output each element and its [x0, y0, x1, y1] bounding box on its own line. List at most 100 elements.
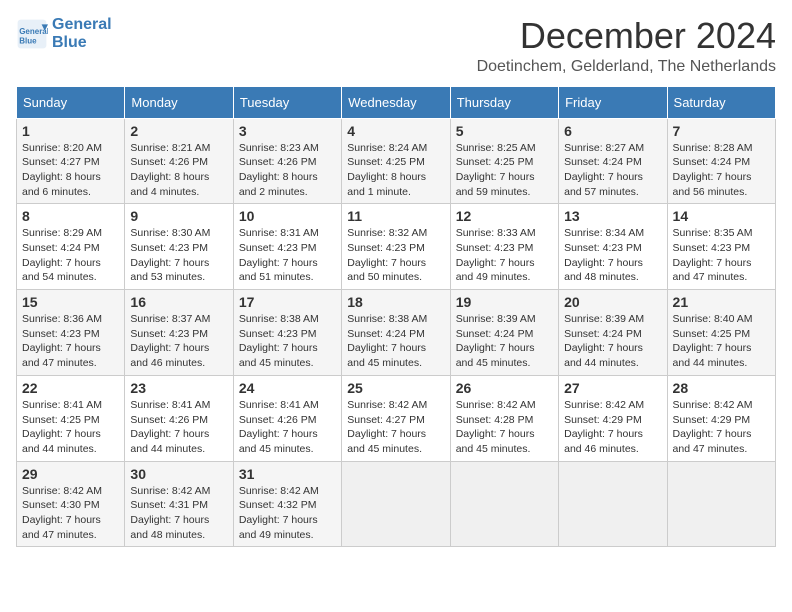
calendar-cell: 17Sunrise: 8:38 AMSunset: 4:23 PMDayligh… [233, 290, 341, 376]
calendar-cell: 10 Sunrise: 8:31 AMSunset: 4:23 PMDayligh… [233, 204, 341, 290]
day-number: 5 [456, 123, 553, 139]
day-number: 18 [347, 294, 444, 310]
day-number: 9 [130, 208, 227, 224]
day-number: 21 [673, 294, 770, 310]
day-info: Sunrise: 8:23 AMSunset: 4:26 PMDaylight:… [239, 141, 336, 200]
calendar-week-3: 15Sunrise: 8:36 AMSunset: 4:23 PMDayligh… [17, 290, 776, 376]
day-info: Sunrise: 8:27 AMSunset: 4:24 PMDaylight:… [564, 141, 661, 200]
calendar-cell: 28 Sunrise: 8:42 AMSunset: 4:29 PMDayligh… [667, 375, 775, 461]
day-info: Sunrise: 8:42 AMSunset: 4:29 PMDaylight:… [673, 398, 770, 457]
day-info: Sunrise: 8:42 AMSunset: 4:30 PMDaylight:… [22, 484, 119, 543]
calendar-table: SundayMondayTuesdayWednesdayThursdayFrid… [16, 86, 776, 548]
day-info: Sunrise: 8:42 AMSunset: 4:29 PMDaylight:… [564, 398, 661, 457]
calendar-cell: 27 Sunrise: 8:42 AMSunset: 4:29 PMDayligh… [559, 375, 667, 461]
weekday-header-friday: Friday [559, 86, 667, 118]
day-number: 3 [239, 123, 336, 139]
calendar-cell: 19 Sunrise: 8:39 AMSunset: 4:24 PMDayligh… [450, 290, 558, 376]
day-number: 30 [130, 466, 227, 482]
day-info: Sunrise: 8:24 AMSunset: 4:25 PMDaylight:… [347, 141, 444, 200]
calendar-cell: 30 Sunrise: 8:42 AMSunset: 4:31 PMDayligh… [125, 461, 233, 547]
day-info: Sunrise: 8:38 AMSunset: 4:24 PMDaylight:… [347, 312, 444, 371]
day-number: 11 [347, 208, 444, 224]
day-info: Sunrise: 8:30 AMSunset: 4:23 PMDaylight:… [130, 226, 227, 285]
day-number: 16 [130, 294, 227, 310]
day-info: Sunrise: 8:29 AMSunset: 4:24 PMDaylight:… [22, 226, 119, 285]
calendar-cell [667, 461, 775, 547]
day-number: 27 [564, 380, 661, 396]
calendar-cell: 7 Sunrise: 8:28 AMSunset: 4:24 PMDaylight… [667, 118, 775, 204]
day-info: Sunrise: 8:21 AMSunset: 4:26 PMDaylight:… [130, 141, 227, 200]
calendar-cell: 9 Sunrise: 8:30 AMSunset: 4:23 PMDaylight… [125, 204, 233, 290]
day-number: 7 [673, 123, 770, 139]
day-number: 17 [239, 294, 336, 310]
calendar-cell: 6 Sunrise: 8:27 AMSunset: 4:24 PMDaylight… [559, 118, 667, 204]
calendar-cell [559, 461, 667, 547]
day-number: 19 [456, 294, 553, 310]
day-number: 25 [347, 380, 444, 396]
day-info: Sunrise: 8:20 AMSunset: 4:27 PMDaylight:… [22, 141, 119, 200]
weekday-header-sunday: Sunday [17, 86, 125, 118]
day-number: 14 [673, 208, 770, 224]
weekday-header-monday: Monday [125, 86, 233, 118]
day-info: Sunrise: 8:35 AMSunset: 4:23 PMDaylight:… [673, 226, 770, 285]
subtitle: Doetinchem, Gelderland, The Netherlands [477, 58, 776, 76]
day-info: Sunrise: 8:42 AMSunset: 4:31 PMDaylight:… [130, 484, 227, 543]
day-info: Sunrise: 8:42 AMSunset: 4:28 PMDaylight:… [456, 398, 553, 457]
weekday-header-saturday: Saturday [667, 86, 775, 118]
day-info: Sunrise: 8:33 AMSunset: 4:23 PMDaylight:… [456, 226, 553, 285]
calendar-cell: 8 Sunrise: 8:29 AMSunset: 4:24 PMDaylight… [17, 204, 125, 290]
day-number: 22 [22, 380, 119, 396]
weekday-header-row: SundayMondayTuesdayWednesdayThursdayFrid… [17, 86, 776, 118]
day-number: 8 [22, 208, 119, 224]
day-info: Sunrise: 8:41 AMSunset: 4:26 PMDaylight:… [130, 398, 227, 457]
calendar-cell: 1 Sunrise: 8:20 AMSunset: 4:27 PMDaylight… [17, 118, 125, 204]
day-number: 26 [456, 380, 553, 396]
logo-text: General Blue [52, 16, 112, 51]
logo: General Blue General Blue [16, 16, 112, 51]
day-info: Sunrise: 8:42 AMSunset: 4:27 PMDaylight:… [347, 398, 444, 457]
day-number: 13 [564, 208, 661, 224]
logo-icon: General Blue [16, 18, 48, 50]
calendar-cell: 26 Sunrise: 8:42 AMSunset: 4:28 PMDayligh… [450, 375, 558, 461]
calendar-cell: 3 Sunrise: 8:23 AMSunset: 4:26 PMDaylight… [233, 118, 341, 204]
main-title: December 2024 [477, 16, 776, 56]
day-info: Sunrise: 8:41 AMSunset: 4:25 PMDaylight:… [22, 398, 119, 457]
title-area: December 2024 Doetinchem, Gelderland, Th… [477, 16, 776, 76]
calendar-week-5: 29Sunrise: 8:42 AMSunset: 4:30 PMDayligh… [17, 461, 776, 547]
day-info: Sunrise: 8:41 AMSunset: 4:26 PMDaylight:… [239, 398, 336, 457]
day-number: 15 [22, 294, 119, 310]
day-info: Sunrise: 8:31 AMSunset: 4:23 PMDaylight:… [239, 226, 336, 285]
day-number: 6 [564, 123, 661, 139]
calendar-week-1: 1 Sunrise: 8:20 AMSunset: 4:27 PMDaylight… [17, 118, 776, 204]
calendar-cell [342, 461, 450, 547]
calendar-cell: 14 Sunrise: 8:35 AMSunset: 4:23 PMDayligh… [667, 204, 775, 290]
calendar-cell: 4 Sunrise: 8:24 AMSunset: 4:25 PMDaylight… [342, 118, 450, 204]
svg-text:Blue: Blue [19, 36, 37, 45]
day-info: Sunrise: 8:28 AMSunset: 4:24 PMDaylight:… [673, 141, 770, 200]
day-number: 23 [130, 380, 227, 396]
day-info: Sunrise: 8:37 AMSunset: 4:23 PMDaylight:… [130, 312, 227, 371]
day-info: Sunrise: 8:39 AMSunset: 4:24 PMDaylight:… [564, 312, 661, 371]
calendar-cell: 5Sunrise: 8:25 AMSunset: 4:25 PMDaylight… [450, 118, 558, 204]
calendar-cell: 16 Sunrise: 8:37 AMSunset: 4:23 PMDayligh… [125, 290, 233, 376]
calendar-cell: 22 Sunrise: 8:41 AMSunset: 4:25 PMDayligh… [17, 375, 125, 461]
day-number: 28 [673, 380, 770, 396]
weekday-header-tuesday: Tuesday [233, 86, 341, 118]
weekday-header-wednesday: Wednesday [342, 86, 450, 118]
day-info: Sunrise: 8:42 AMSunset: 4:32 PMDaylight:… [239, 484, 336, 543]
calendar-cell: 11 Sunrise: 8:32 AMSunset: 4:23 PMDayligh… [342, 204, 450, 290]
calendar-cell: 18 Sunrise: 8:38 AMSunset: 4:24 PMDayligh… [342, 290, 450, 376]
day-info: Sunrise: 8:39 AMSunset: 4:24 PMDaylight:… [456, 312, 553, 371]
day-number: 10 [239, 208, 336, 224]
day-number: 1 [22, 123, 119, 139]
day-info: Sunrise: 8:32 AMSunset: 4:23 PMDaylight:… [347, 226, 444, 285]
calendar-cell: 31 Sunrise: 8:42 AMSunset: 4:32 PMDayligh… [233, 461, 341, 547]
day-number: 12 [456, 208, 553, 224]
calendar-cell [450, 461, 558, 547]
day-number: 31 [239, 466, 336, 482]
calendar-cell: 20Sunrise: 8:39 AMSunset: 4:24 PMDayligh… [559, 290, 667, 376]
calendar-cell: 25 Sunrise: 8:42 AMSunset: 4:27 PMDayligh… [342, 375, 450, 461]
day-number: 4 [347, 123, 444, 139]
calendar-cell: 24Sunrise: 8:41 AMSunset: 4:26 PMDayligh… [233, 375, 341, 461]
calendar-cell: 29Sunrise: 8:42 AMSunset: 4:30 PMDayligh… [17, 461, 125, 547]
